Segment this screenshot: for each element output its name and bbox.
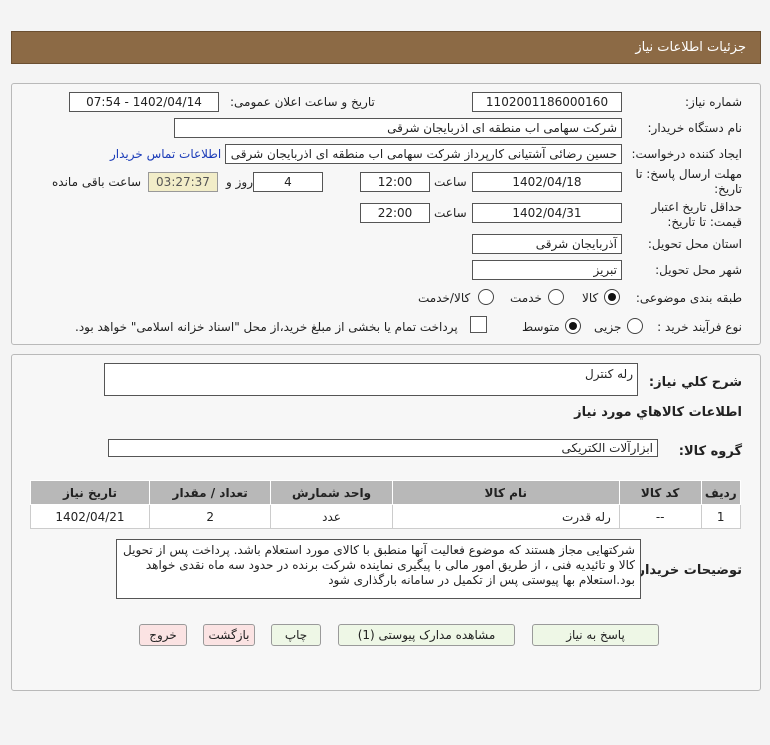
col-row: ردیف <box>700 480 741 505</box>
remaining-time-field: 03:27:37 <box>148 172 218 192</box>
deadline-label-2: تاریخ: <box>714 182 742 196</box>
table-row[interactable]: 1 -- رله قدرت عدد 2 1402/04/21 <box>30 504 741 529</box>
cell-quantity: 2 <box>148 504 272 529</box>
validity-date-field: 1402/04/31 <box>472 203 622 223</box>
col-quantity: تعداد / مقدار <box>148 480 272 505</box>
deadline-time-label: ساعت <box>434 175 467 189</box>
print-button[interactable]: چاپ <box>271 624 321 646</box>
cell-need-date: 1402/04/21 <box>30 504 150 529</box>
validity-time-field: 22:00 <box>360 203 430 223</box>
category-option-service: خدمت <box>510 291 542 305</box>
deadline-date-field: 1402/04/18 <box>472 172 622 192</box>
buyer-label: نام دستگاه خریدار: <box>647 121 743 135</box>
province-field: آذربایجان شرقی <box>472 234 622 254</box>
general-desc-field: رله کنترل <box>104 363 638 396</box>
city-label: شهر محل تحویل: <box>655 263 742 277</box>
days-label: روز و <box>226 175 253 189</box>
reply-button[interactable]: پاسخ به نیاز <box>532 624 659 646</box>
col-code: کد کالا <box>618 480 702 505</box>
payment-note: پرداخت تمام یا بخشی از مبلغ خرید،از محل … <box>75 320 458 334</box>
city-field: تبریز <box>472 260 622 280</box>
creator-label: ایجاد کننده درخواست: <box>631 147 742 161</box>
page-header: جزئیات اطلاعات نیاز <box>11 31 761 64</box>
process-radio-minor[interactable] <box>627 318 643 334</box>
process-option-minor: جزیی <box>594 320 622 334</box>
validity-time-label: ساعت <box>434 206 467 220</box>
process-option-medium: متوسط <box>522 320 560 334</box>
buyer-notes-label: توضیحات خریدار: <box>632 563 742 578</box>
goods-info-heading: اطلاعات کالاهاي مورد نياز <box>574 405 742 420</box>
back-button[interactable]: بازگشت <box>203 624 255 646</box>
treasury-payment-checkbox[interactable] <box>470 316 487 333</box>
col-name: نام کالا <box>391 480 620 505</box>
need-number-label: شماره نیاز: <box>685 95 742 109</box>
remaining-label: ساعت باقی مانده <box>52 175 142 189</box>
province-label: استان محل تحویل: <box>647 237 742 251</box>
buyer-field: شرکت سهامی اب منطقه ای اذربایجان شرقی <box>174 118 622 138</box>
goods-group-label: گروه کالا: <box>678 444 742 459</box>
category-label: طبقه بندی موضوعی: <box>635 291 742 305</box>
process-radio-medium[interactable] <box>565 318 581 334</box>
contact-link[interactable]: اطلاعات تماس خریدار <box>110 147 221 161</box>
category-radio-goods[interactable] <box>604 289 620 305</box>
buyer-notes-field: شرکتهایی مجاز هستند که موضوع فعالیت آنها… <box>116 539 641 599</box>
cell-code: -- <box>618 504 702 529</box>
category-option-goods: کالا <box>582 291 599 305</box>
need-number-field: 1102001186000160 <box>472 92 622 112</box>
view-attachments-button[interactable]: مشاهده مدارک پیوستی (1) <box>338 624 515 646</box>
cell-row: 1 <box>700 504 741 529</box>
cell-name: رله قدرت <box>391 504 620 529</box>
deadline-time-field: 12:00 <box>360 172 430 192</box>
col-unit: واحد شمارش <box>270 480 393 505</box>
validity-label-1: حداقل تاریخ اعتبار <box>651 200 742 214</box>
col-need-date: تاریخ نیاز <box>30 480 150 505</box>
exit-button[interactable]: خروج <box>139 624 187 646</box>
validity-label-2: قیمت: تا تاریخ: <box>667 215 742 229</box>
table-header-row: ردیف کد کالا نام کالا واحد شمارش تعداد /… <box>30 480 741 505</box>
goods-group-field: ابزارآلات الکتریکی <box>108 439 658 457</box>
deadline-label-1: مهلت ارسال پاسخ: تا <box>635 167 742 181</box>
creator-field: حسین رضائی آشتیانی کارپرداز شرکت سهامی ا… <box>225 144 622 164</box>
announce-label: تاریخ و ساعت اعلان عمومی: <box>230 95 375 109</box>
category-radio-both[interactable] <box>478 289 494 305</box>
category-option-both: کالا/خدمت <box>418 291 471 305</box>
items-table: ردیف کد کالا نام کالا واحد شمارش تعداد /… <box>30 480 741 529</box>
cell-unit: عدد <box>270 504 393 529</box>
process-label: نوع فرآیند خرید : <box>657 320 742 334</box>
announce-field: 1402/04/14 - 07:54 <box>69 92 219 112</box>
page-title: جزئیات اطلاعات نیاز <box>635 40 746 55</box>
category-radio-service[interactable] <box>548 289 564 305</box>
days-field: 4 <box>253 172 323 192</box>
general-desc-label: شرح کلي نياز: <box>648 375 742 390</box>
